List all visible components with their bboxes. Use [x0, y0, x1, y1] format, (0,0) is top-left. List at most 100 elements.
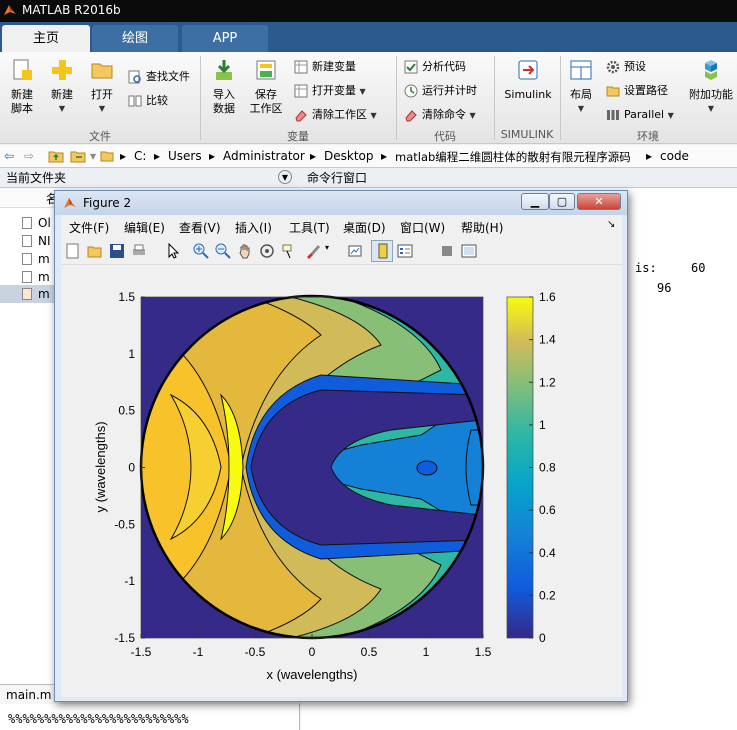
tab-plots[interactable]: 绘图 — [92, 25, 178, 52]
parallel-button[interactable]: Parallel ▼ — [606, 106, 674, 124]
find-files-button[interactable]: 查找文件 — [128, 68, 190, 86]
clear-workspace-button[interactable]: 清除工作区 ▼ — [294, 106, 377, 124]
legend-icon[interactable] — [397, 243, 413, 259]
tab-apps[interactable]: APP — [182, 25, 268, 52]
group-code-label: 代码 — [434, 130, 456, 143]
open-variable-button[interactable]: 打开变量 ▼ — [294, 82, 366, 100]
preferences-button[interactable]: 预设 — [606, 58, 646, 76]
save-workspace-label-2: 工作区 — [249, 102, 283, 115]
menu-tools[interactable]: 工具(T) — [289, 219, 330, 236]
maximize-button[interactable]: ▢ — [549, 193, 575, 210]
analyze-code-button[interactable]: 分析代码 — [404, 58, 466, 76]
contour-plot[interactable]: -1.5 -1 -0.5 0 0.5 1 1.5 1.5 1 0.5 0 -0.5 -1 -1.5 x … — [61, 265, 622, 697]
figure-titlebar[interactable]: Figure 2 ▁ ▢ ✕ — [55, 191, 627, 215]
file-list-item[interactable]: Ol — [22, 214, 51, 232]
file-icon — [22, 271, 32, 283]
file-name: m — [38, 287, 50, 301]
layout-label: 布局 — [570, 88, 592, 101]
pan-icon[interactable] — [237, 243, 253, 259]
breadcrumb-item[interactable]: matlab编程二维圆柱体的散射有限元程序源码 — [395, 149, 631, 165]
colorbar-toggle[interactable] — [371, 240, 393, 262]
group-variable-label: 变量 — [287, 130, 309, 143]
y-axis-label: y (wavelengths) — [93, 421, 108, 512]
new-figure-icon[interactable] — [65, 243, 81, 259]
up-folder-icon[interactable] — [48, 149, 64, 163]
cmd-output-label: is: — [635, 261, 657, 275]
breadcrumb-item[interactable]: Users — [168, 149, 202, 163]
show-plot-tools-icon[interactable] — [461, 243, 477, 259]
rotate-3d-icon[interactable] — [259, 243, 275, 259]
chevron-down-icon[interactable]: ▾ — [90, 149, 96, 163]
breadcrumb-item[interactable]: C: — [134, 149, 146, 163]
new-script-icon — [13, 59, 32, 80]
menu-edit[interactable]: 编辑(E) — [124, 219, 165, 236]
print-icon[interactable] — [131, 243, 147, 259]
breadcrumb-item[interactable]: code — [660, 149, 689, 163]
breadcrumb-item[interactable]: Desktop — [324, 149, 374, 163]
forward-arrow-icon[interactable]: ⇨ — [24, 149, 34, 163]
close-button[interactable]: ✕ — [577, 193, 621, 210]
open-file-icon[interactable] — [87, 243, 103, 259]
save-icon[interactable] — [109, 243, 125, 259]
new-script-button[interactable]: 新建 脚本 — [4, 58, 40, 116]
chevron-down-icon[interactable]: ▾ — [325, 243, 329, 252]
y-tick-label: -0.5 — [114, 517, 135, 531]
brush-icon[interactable] — [305, 243, 321, 259]
save-workspace-icon — [256, 60, 276, 80]
browse-folder-icon[interactable] — [70, 149, 86, 163]
pointer-icon[interactable] — [165, 243, 181, 259]
compare-button[interactable]: 比较 — [128, 92, 168, 110]
save-workspace-button[interactable]: 保存 工作区 — [246, 58, 286, 116]
new-variable-button[interactable]: 新建变量 — [294, 58, 356, 76]
editor-tab[interactable]: main.m — [6, 688, 52, 702]
x-tick-label: -0.5 — [245, 645, 266, 659]
add-ons-button[interactable]: 附加功能 ▼ — [686, 58, 736, 116]
simulink-icon — [518, 60, 538, 80]
tab-home[interactable]: 主页 — [2, 25, 90, 52]
data-cursor-icon[interactable] — [281, 243, 297, 259]
simulink-label: Simulink — [504, 88, 552, 101]
compare-label: 比较 — [146, 94, 168, 107]
y-tick-label: 0.5 — [118, 404, 135, 418]
menu-desktop[interactable]: 桌面(D) — [343, 219, 386, 236]
clear-workspace-label: 清除工作区 — [312, 108, 367, 121]
hide-plot-tools-icon[interactable] — [439, 243, 455, 259]
menu-view[interactable]: 查看(V) — [179, 219, 221, 236]
breadcrumb-item[interactable]: Administrator — [223, 149, 305, 163]
x-tick-label: -1 — [193, 645, 204, 659]
analyze-code-label: 分析代码 — [422, 60, 466, 73]
zoom-out-icon[interactable] — [215, 243, 231, 259]
chevron-down-icon: ▼ — [469, 111, 476, 120]
minimize-button[interactable]: ▁ — [521, 193, 549, 210]
file-list-item[interactable]: m — [22, 268, 50, 286]
menu-window[interactable]: 窗口(W) — [400, 219, 445, 236]
import-data-button[interactable]: 导入 数据 — [206, 58, 242, 116]
breadcrumb-sep: ▸ — [646, 149, 653, 163]
menu-insert[interactable]: 插入(I) — [235, 219, 272, 236]
open-button[interactable]: 打开 ▼ — [84, 58, 120, 116]
file-name: m — [38, 252, 50, 266]
set-path-button[interactable]: 设置路径 — [606, 82, 668, 100]
link-plot-icon[interactable] — [347, 243, 363, 259]
layout-button[interactable]: 布局 ▼ — [564, 58, 598, 116]
set-path-label: 设置路径 — [624, 84, 668, 97]
file-list-item[interactable]: NI — [22, 232, 51, 250]
colorbar-icon — [378, 243, 388, 259]
clear-commands-button[interactable]: 清除命令 ▼ — [404, 106, 476, 124]
breadcrumb-sep: ▸ — [381, 149, 388, 163]
simulink-button[interactable]: Simulink — [500, 58, 556, 102]
current-folder-header: 当前文件夹 ▼ — [0, 168, 300, 188]
cmd-output-value: 96 — [657, 281, 672, 295]
x-tick-label: -1.5 — [131, 645, 152, 659]
back-arrow-icon[interactable]: ⇦ — [4, 149, 14, 163]
run-and-time-button[interactable]: 运行并计时 — [404, 82, 477, 100]
zoom-in-icon[interactable] — [193, 243, 209, 259]
menu-file[interactable]: 文件(F) — [69, 219, 109, 236]
new-button[interactable]: 新建 ▼ — [44, 58, 80, 116]
panel-menu-icon[interactable]: ▼ — [278, 170, 292, 184]
menu-help[interactable]: 帮助(H) — [461, 219, 503, 236]
file-list-item[interactable]: m — [22, 250, 50, 268]
eraser-icon — [405, 110, 417, 122]
dock-arrow-icon[interactable]: ↘ — [607, 219, 615, 230]
file-list-item[interactable]: m — [22, 285, 50, 303]
